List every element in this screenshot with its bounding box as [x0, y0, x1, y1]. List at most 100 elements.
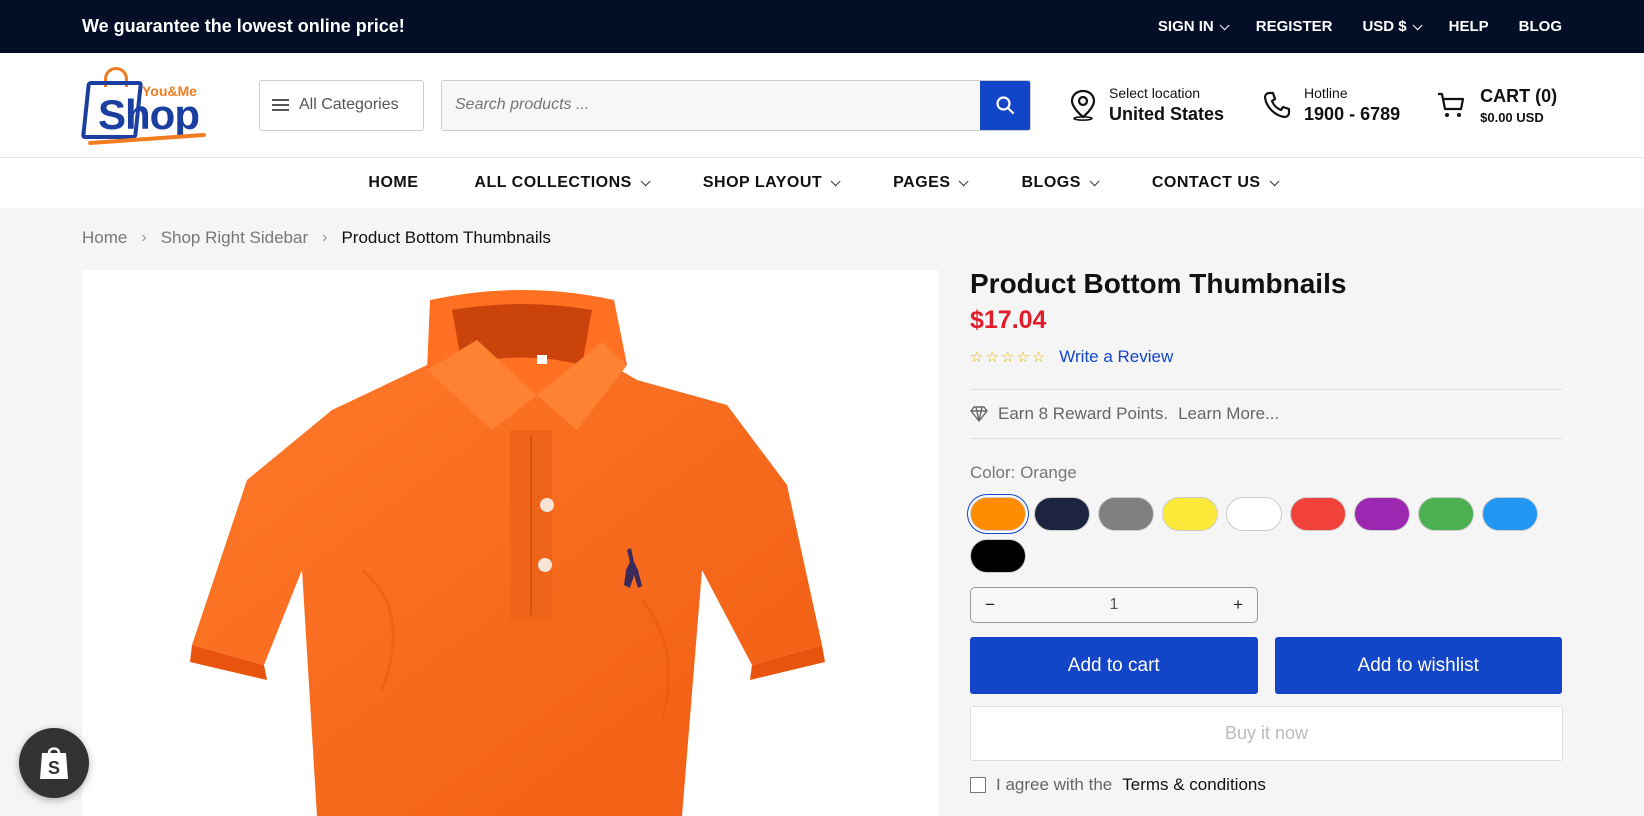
register-link[interactable]: REGISTER [1256, 18, 1333, 35]
chevron-right-icon: › [141, 229, 147, 246]
sign-in-link[interactable]: SIGN IN [1157, 18, 1230, 35]
star-empty-icon: ☆ [985, 349, 999, 366]
color-swatch-purple[interactable] [1354, 497, 1410, 531]
site-logo[interactable]: You&Me Shop [80, 65, 217, 146]
color-swatch-blue[interactable] [1482, 497, 1538, 531]
terms-prefix: I agree with the [996, 775, 1113, 794]
color-label: Color: Orange [970, 463, 1077, 482]
location-value: United States [1109, 104, 1225, 124]
location-pin-icon [1070, 89, 1096, 121]
color-swatch-yellow[interactable] [1162, 497, 1218, 531]
diamond-icon [970, 406, 988, 422]
hotline-label: Hotline [1304, 85, 1348, 101]
nav-item-pages[interactable]: PAGES [893, 174, 970, 192]
currency-label: USD $ [1362, 18, 1407, 35]
blog-link[interactable]: BLOG [1519, 18, 1562, 35]
star-empty-icon: ☆ [1031, 349, 1046, 366]
product-price: $17.04 [970, 306, 1047, 334]
chevron-down-icon [830, 175, 841, 186]
top-bar: We guarantee the lowest online price! SI… [0, 0, 1644, 53]
nav-item-label: ALL COLLECTIONS [474, 174, 632, 191]
cart-label: CART (0) [1480, 85, 1558, 106]
color-swatch-black[interactable] [970, 539, 1026, 573]
site-header: You&Me Shop All Categories Select locati… [0, 53, 1644, 158]
chevron-down-icon [640, 175, 651, 186]
divider [970, 438, 1562, 439]
nav-item-label: SHOP LAYOUT [702, 174, 823, 191]
product-image[interactable] [82, 270, 938, 816]
shopify-badge[interactable]: S [19, 728, 89, 798]
quantity-increase-button[interactable]: + [1233, 595, 1243, 615]
color-swatch-green[interactable] [1418, 497, 1474, 531]
quantity-stepper: − 1 + [970, 587, 1258, 623]
nav-item-blogs[interactable]: BLOGS [1021, 174, 1100, 192]
buy-now-button[interactable]: Buy it now [970, 706, 1563, 761]
all-categories-label: All Categories [299, 96, 399, 113]
help-link[interactable]: HELP [1449, 18, 1489, 35]
quantity-value[interactable]: 1 [1110, 596, 1119, 614]
cart-button[interactable]: CART (0) $0.00 USD [1436, 86, 1557, 125]
color-swatch-gray[interactable] [1098, 497, 1154, 531]
nav-item-contact-us[interactable]: CONTACT US [1151, 174, 1280, 192]
chevron-down-icon [1412, 20, 1423, 31]
chevron-down-icon [959, 175, 970, 186]
search-button[interactable] [980, 80, 1030, 130]
nav-item-home[interactable]: HOME [368, 174, 418, 192]
color-swatch-navy[interactable] [1034, 497, 1090, 531]
product-title: Product Bottom Thumbnails [970, 268, 1347, 299]
nav-item-label: BLOGS [1021, 174, 1081, 191]
rating: ☆ ☆ ☆ ☆ ☆ Write a Review [970, 347, 1562, 367]
all-categories-button[interactable]: All Categories [259, 79, 424, 131]
breadcrumb-current: Product Bottom Thumbnails [341, 228, 551, 247]
product-details: Product Bottom Thumbnails $17.04 ☆ ☆ ☆ ☆… [970, 268, 1563, 795]
search-input[interactable] [442, 80, 980, 130]
reward-points: Earn 8 Reward Points. Learn More... [970, 390, 1562, 438]
quantity-decrease-button[interactable]: − [985, 595, 995, 615]
color-swatch-red[interactable] [1290, 497, 1346, 531]
star-empty-icon: ☆ [970, 349, 984, 366]
terms-link[interactable]: Terms & conditions [1122, 775, 1266, 795]
phone-icon [1263, 91, 1291, 119]
svg-text:S: S [48, 758, 60, 778]
search-bar [441, 79, 1031, 131]
hotline: Hotline 1900 - 6789 [1262, 85, 1400, 125]
sign-in-label: SIGN IN [1157, 18, 1214, 35]
reward-text: Earn 8 Reward Points. [998, 404, 1169, 423]
chevron-down-icon [1089, 175, 1100, 186]
color-swatch-orange[interactable] [970, 497, 1026, 531]
top-links: SIGN IN REGISTER USD $ HELP BLOG [1158, 18, 1562, 35]
write-review-link[interactable]: Write a Review [1059, 347, 1173, 367]
nav-item-label: HOME [368, 174, 419, 191]
breadcrumb-home[interactable]: Home [82, 228, 127, 248]
star-empty-icon: ☆ [1000, 349, 1015, 366]
hotline-number: 1900 - 6789 [1304, 104, 1401, 124]
cart-total: $0.00 USD [1480, 109, 1544, 125]
nav-item-label: PAGES [893, 174, 951, 191]
orange-polo-shirt-image [190, 290, 825, 816]
chevron-down-icon [1219, 20, 1230, 31]
cart-icon [1438, 92, 1465, 117]
star-empty-icon: ☆ [1016, 349, 1030, 366]
terms-agreement: I agree with the Terms & conditions [970, 775, 1562, 795]
currency-selector[interactable]: USD $ [1362, 18, 1423, 35]
location-selector[interactable]: Select location United States [1069, 85, 1224, 125]
nav-item-shop-layout[interactable]: SHOP LAYOUT [702, 174, 841, 192]
search-icon [996, 96, 1015, 115]
chevron-down-icon [1269, 175, 1280, 186]
nav-item-label: CONTACT US [1151, 174, 1261, 191]
menu-icon [272, 99, 289, 111]
shopify-bag-icon: S [40, 747, 68, 779]
breadcrumb-parent[interactable]: Shop Right Sidebar [161, 228, 308, 248]
location-label: Select location [1109, 85, 1201, 101]
promo-text: We guarantee the lowest online price! [82, 16, 405, 36]
learn-more-link[interactable]: Learn More... [1178, 404, 1279, 424]
color-swatches [970, 497, 1550, 573]
product-actions: Add to cart Add to wishlist [970, 637, 1562, 694]
nav-item-all-collections[interactable]: ALL COLLECTIONS [474, 174, 651, 192]
terms-checkbox[interactable] [970, 777, 986, 793]
color-swatch-white[interactable] [1226, 497, 1282, 531]
add-to-wishlist-button[interactable]: Add to wishlist [1274, 637, 1562, 694]
logo-big-text: Shop [98, 91, 200, 138]
add-to-cart-button[interactable]: Add to cart [970, 637, 1258, 694]
breadcrumb: Home › Shop Right Sidebar › Product Bott… [82, 228, 551, 248]
